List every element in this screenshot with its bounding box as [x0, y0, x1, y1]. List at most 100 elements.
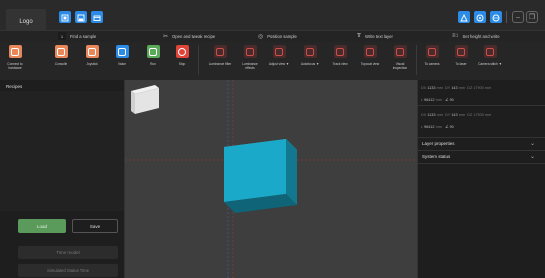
tool-label: Joystick	[86, 62, 98, 66]
tool-label: Topcoat view	[360, 62, 380, 66]
focus-icon	[303, 45, 317, 58]
dx-label: DX	[421, 113, 427, 117]
height-value: 96412	[423, 98, 435, 102]
sample-cube	[224, 139, 297, 213]
value-icon	[115, 45, 129, 58]
recipes-heading: Recipes	[6, 84, 23, 89]
tool-label: Value	[118, 62, 126, 66]
camera-stitch-button[interactable]: Camera stitch ▼	[475, 45, 505, 66]
new-file-icon[interactable]	[59, 11, 71, 23]
workflow-step-find-sample[interactable]: 1 Find a sample	[58, 30, 96, 42]
folder-icon[interactable]	[91, 11, 103, 23]
dy-value: 143	[451, 86, 458, 90]
tool-label: Luminance filter	[208, 62, 232, 66]
3d-viewport[interactable]	[125, 80, 417, 278]
track-view-button[interactable]: Track view	[325, 45, 355, 66]
tool-label: Autofocus ▼	[300, 62, 320, 66]
value-button[interactable]: Value	[107, 45, 137, 66]
tool-label: Consolle	[54, 62, 68, 66]
filter-icon	[213, 45, 227, 58]
orientation-cube	[131, 85, 159, 114]
to-camera-button[interactable]: To camera	[417, 45, 447, 66]
workflow-step-write-text[interactable]: T Write text layer	[357, 30, 393, 42]
run-button[interactable]: Run	[138, 45, 168, 66]
unit-label: mm	[484, 113, 492, 117]
height-icon: ↕	[421, 125, 423, 129]
tool-label: Stop	[178, 62, 186, 66]
close-button[interactable]	[540, 11, 544, 23]
dz-label: DZ	[467, 113, 473, 117]
angle-icon: ∠	[445, 125, 449, 129]
tool-label: Visual inspection	[392, 62, 408, 70]
workflow-step-position-sample[interactable]: ◎ Position sample	[258, 30, 297, 42]
autofocus-button[interactable]: Autofocus ▼	[295, 45, 325, 66]
section-label: System status	[422, 154, 451, 159]
height-icon: ≡↕	[452, 33, 459, 39]
angle-value: 90	[449, 125, 454, 129]
layer-properties-section[interactable]: Layer properties ⌄	[417, 137, 545, 149]
inspection-icon	[393, 45, 407, 58]
plug-icon	[8, 45, 22, 58]
step-label: Find a sample	[70, 33, 97, 39]
load-button[interactable]: Load	[18, 219, 66, 233]
tool-label: Run	[150, 62, 156, 66]
camera-icon	[425, 45, 439, 58]
adjust-icon	[272, 45, 286, 58]
consolle-button[interactable]: Consolle	[46, 45, 76, 66]
dy-label: DY	[445, 113, 451, 117]
height-value: 96412	[423, 125, 435, 129]
topcoat-icon	[363, 45, 377, 58]
unit-label: mm	[436, 86, 443, 90]
workflow-step-open-recipe[interactable]: ✂ Open and tweak recipe	[163, 30, 215, 42]
luminance-effects-button[interactable]: Luminance effects	[235, 45, 265, 70]
divider	[417, 105, 545, 106]
alert-icon[interactable]	[458, 11, 470, 23]
dz-value: 17900	[473, 86, 484, 90]
stop-button[interactable]: Stop	[167, 45, 197, 66]
workflow-step-set-height[interactable]: ≡↕ Set height and write	[452, 30, 500, 42]
angle-value: 90	[449, 98, 454, 102]
properties-panel	[417, 80, 545, 278]
divider	[417, 163, 545, 164]
height-row: ↕ 96412 mm ∠ 90	[421, 124, 454, 129]
titlebar-divider	[506, 11, 507, 23]
step-label: Write text layer	[365, 33, 393, 39]
unit-label: mm	[435, 125, 442, 129]
connect-hardware-button[interactable]: Connect to hardware	[0, 45, 30, 70]
text-icon: T	[357, 33, 362, 39]
step-label: Open and tweak recipe	[172, 33, 216, 39]
visual-inspection-button[interactable]: Visual inspection	[385, 45, 415, 70]
effects-icon	[243, 45, 257, 58]
height-icon: ↕	[421, 98, 423, 102]
tool-label: To camera	[424, 62, 440, 66]
joystick-button[interactable]: Joystick	[77, 45, 107, 66]
recipes-list[interactable]	[0, 91, 124, 211]
luminance-filter-button[interactable]: Luminance filter	[205, 45, 235, 66]
stop-icon	[175, 45, 189, 58]
to-laser-button[interactable]: To laser	[446, 45, 476, 66]
unit-label: mm	[436, 113, 443, 117]
scissors-icon: ✂	[163, 33, 169, 40]
tool-label: Camera stitch ▼	[478, 62, 502, 66]
save-file-icon[interactable]	[75, 11, 87, 23]
step-label: Set height and write	[462, 33, 500, 39]
stitch-icon	[483, 45, 497, 58]
system-status-section[interactable]: System status ⌄	[417, 150, 545, 162]
save-button[interactable]: Save	[72, 219, 118, 233]
unit-label: mm	[435, 98, 442, 102]
topcoat-view-button[interactable]: Topcoat view	[355, 45, 385, 66]
minimize-button[interactable]: –	[512, 11, 524, 23]
user-icon[interactable]	[474, 11, 486, 23]
play-icon	[146, 45, 160, 58]
time-model-button[interactable]: Time model	[18, 246, 118, 259]
step-label: Position sample	[267, 33, 297, 39]
adjust-view-button[interactable]: Adjust view ▼	[264, 45, 294, 66]
tool-label: Track view	[332, 62, 348, 66]
simulated-status-time-button[interactable]: Simulated Status Time	[18, 264, 118, 277]
target-icon: ◎	[258, 33, 264, 40]
restore-button[interactable]: ❐	[526, 11, 538, 23]
height-row: ↕ 96412 mm ∠ 90	[421, 97, 454, 102]
globe-icon[interactable]	[490, 11, 502, 23]
dz-value: 17900	[473, 113, 484, 117]
console-icon	[54, 45, 68, 58]
